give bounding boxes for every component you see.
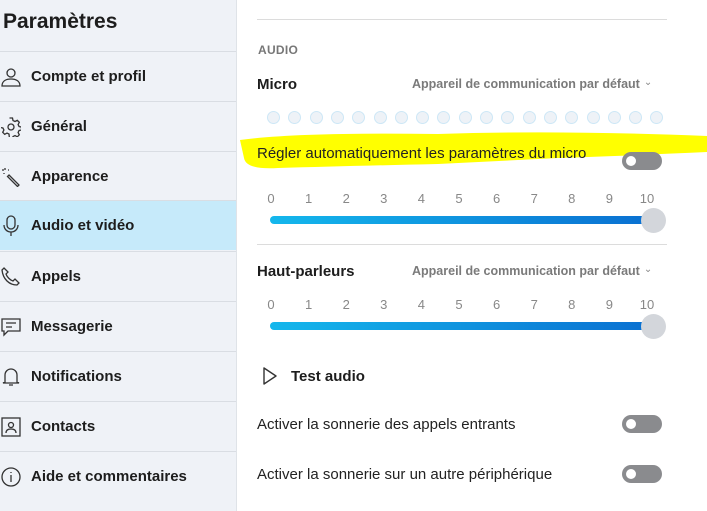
level-dot — [565, 111, 579, 124]
divider — [257, 244, 667, 245]
tick-label: 0 — [267, 191, 275, 206]
sidebar-item-label: Compte et profil — [31, 68, 146, 85]
sidebar-item-contacts[interactable]: Contacts — [0, 401, 236, 451]
level-dot — [586, 111, 600, 124]
level-dot — [437, 111, 451, 124]
tick-label: 7 — [530, 191, 538, 206]
chevron-down-icon: ⌄ — [643, 77, 653, 88]
tick-label: 7 — [530, 297, 538, 312]
tick-label: 2 — [342, 297, 350, 312]
sidebar-item-label: Contacts — [31, 418, 96, 435]
sidebar-item-help[interactable]: Aide et commentaires — [0, 451, 236, 501]
sidebar-item-label: Général — [31, 118, 87, 135]
level-dot — [416, 111, 430, 124]
tick-label: 3 — [380, 297, 388, 312]
ring-other-toggle[interactable] — [622, 465, 662, 483]
level-dot — [309, 111, 323, 124]
level-dot — [267, 111, 280, 124]
tick-label: 3 — [380, 191, 388, 206]
sidebar-item-label: Messagerie — [31, 318, 113, 335]
sidebar-item-account[interactable]: Compte et profil — [0, 51, 236, 101]
sidebar-item-label: Notifications — [31, 368, 122, 385]
level-dot — [373, 111, 387, 124]
level-dot — [522, 111, 536, 124]
tick-label: 9 — [605, 297, 614, 312]
sidebar-item-notifications[interactable]: Notifications — [0, 351, 236, 401]
micro-device-value: Appareil de communication par défaut — [412, 77, 640, 91]
level-dot — [629, 111, 643, 124]
tick-label: 0 — [267, 297, 275, 312]
micro-volume-thumb[interactable] — [641, 208, 666, 233]
level-dot — [607, 111, 621, 124]
ring-other-label: Activer la sonnerie sur un autre périphé… — [257, 466, 553, 483]
contact-card-icon — [0, 416, 22, 438]
level-dot — [543, 111, 557, 124]
level-dot — [650, 111, 664, 124]
tick-label: 9 — [605, 191, 614, 206]
info-icon — [0, 466, 22, 488]
tick-label: 1 — [304, 191, 313, 206]
tick-label: 10 — [639, 297, 655, 312]
speakers-label: Haut-parleurs — [257, 263, 355, 280]
ring-incoming-label: Activer la sonnerie des appels entrants — [257, 416, 516, 433]
tick-label: 2 — [342, 191, 350, 206]
micro-label: Micro — [257, 76, 298, 93]
divider — [257, 19, 667, 20]
tick-label: 6 — [492, 297, 501, 312]
sidebar-item-appearance[interactable]: Apparence — [0, 151, 236, 201]
bell-icon — [0, 366, 22, 388]
level-dot — [394, 111, 408, 124]
magic-wand-icon — [0, 166, 22, 188]
micro-device-dropdown[interactable]: Appareil de communication par défaut ⌄ — [412, 77, 652, 91]
level-dot — [288, 111, 302, 124]
chat-icon — [0, 316, 22, 338]
tick-label: 4 — [417, 191, 426, 206]
phone-icon — [0, 266, 22, 288]
person-icon — [0, 66, 22, 88]
sidebar-item-label: Apparence — [31, 168, 109, 185]
microphone-icon — [0, 214, 22, 237]
page-title: Paramètres — [3, 10, 118, 33]
speaker-volume-ticks: 0 1 2 3 4 5 6 7 8 9 10 — [264, 297, 664, 313]
tick-label: 8 — [568, 191, 576, 206]
tick-label: 10 — [639, 191, 655, 206]
sidebar: Paramètres Compte et profil Général Appa… — [0, 0, 237, 511]
chevron-down-icon: ⌄ — [643, 264, 653, 275]
sidebar-item-label: Audio et vidéo — [31, 217, 135, 234]
section-title-audio: AUDIO — [258, 43, 299, 57]
sidebar-item-label: Appels — [31, 268, 82, 285]
sidebar-item-label: Aide et commentaires — [31, 468, 187, 485]
level-dot — [458, 111, 472, 124]
sidebar-item-calls[interactable]: Appels — [0, 251, 236, 301]
speakers-device-value: Appareil de communication par défaut — [412, 264, 640, 278]
level-dot — [501, 111, 515, 124]
tick-label: 4 — [417, 297, 426, 312]
play-icon — [263, 367, 277, 385]
gear-icon — [0, 116, 22, 138]
speaker-volume-slider[interactable] — [270, 322, 655, 330]
ring-incoming-toggle[interactable] — [622, 415, 662, 433]
tick-label: 1 — [304, 297, 313, 312]
speakers-device-dropdown[interactable]: Appareil de communication par défaut ⌄ — [412, 264, 652, 278]
tick-label: 8 — [568, 297, 576, 312]
test-audio-label: Test audio — [291, 367, 365, 385]
test-audio-button[interactable]: Test audio — [262, 366, 365, 386]
tick-label: 6 — [492, 191, 501, 206]
sidebar-item-audio-video[interactable]: Audio et vidéo — [0, 200, 236, 250]
micro-volume-slider[interactable] — [270, 216, 655, 224]
tick-label: 5 — [455, 191, 463, 206]
tick-label: 5 — [455, 297, 463, 312]
level-dot — [480, 111, 493, 124]
level-dot — [330, 111, 344, 124]
speaker-volume-thumb[interactable] — [641, 314, 666, 339]
sidebar-item-general[interactable]: Général — [0, 101, 236, 151]
level-dot — [352, 111, 366, 124]
auto-adjust-toggle[interactable] — [622, 152, 662, 170]
auto-adjust-label: Régler automatiquement les paramètres du… — [257, 145, 587, 162]
sidebar-item-messaging[interactable]: Messagerie — [0, 301, 236, 351]
micro-volume-ticks: 0 1 2 3 4 5 6 7 8 9 10 — [264, 191, 664, 207]
